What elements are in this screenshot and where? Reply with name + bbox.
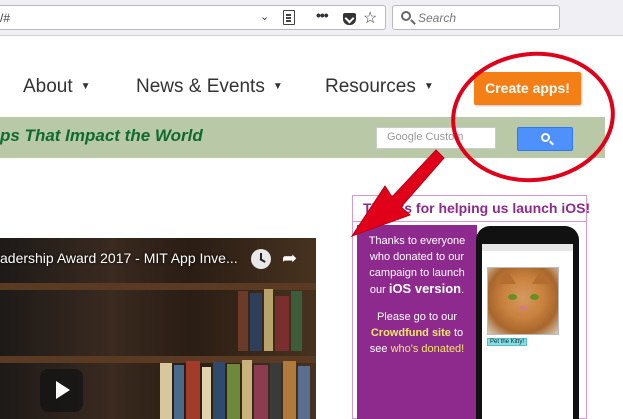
annotation-circle xyxy=(451,51,615,183)
annotation-arrow xyxy=(350,149,445,237)
annotation-overlay xyxy=(350,51,615,237)
